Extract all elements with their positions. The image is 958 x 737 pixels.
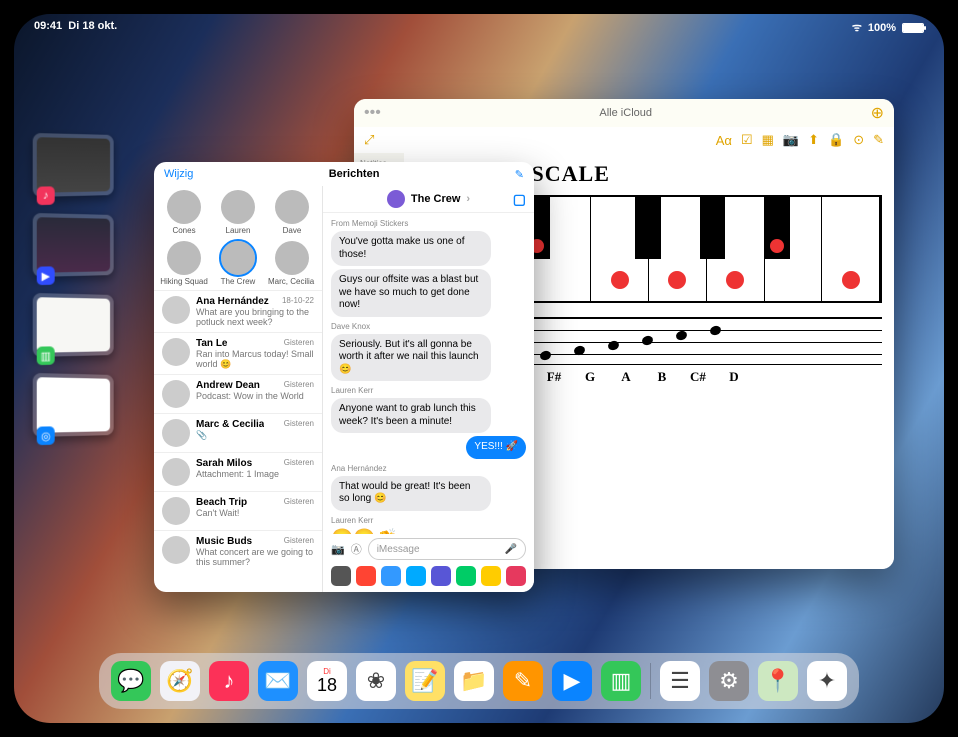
battery-icon bbox=[902, 23, 924, 33]
sender-label: Lauren Kerr bbox=[331, 516, 526, 525]
facetime-icon[interactable]: ▢ bbox=[513, 191, 526, 208]
messages-titlebar[interactable]: Wijzig Berichten ✎ bbox=[154, 162, 534, 186]
home-screen: 09:41 Di 18 okt. ᯤ 100% ♪ ▶ ▥ ◎ ••• Alle… bbox=[14, 14, 944, 723]
window-menu-icon[interactable]: ••• bbox=[364, 104, 381, 122]
conversation-row[interactable]: Marc & CeciliaGisteren📎 bbox=[154, 413, 322, 452]
lock-icon[interactable]: 🔒 bbox=[828, 132, 844, 148]
conversation-row[interactable]: Tan LeGisterenRan into Marcus today! Sma… bbox=[154, 332, 322, 374]
checklist-icon[interactable]: ☑ bbox=[741, 132, 753, 148]
sender-label: Ana Hernández bbox=[331, 464, 526, 473]
status-right: ᯤ 100% bbox=[852, 20, 924, 35]
ipad-frame: 09:41 Di 18 okt. ᯤ 100% ♪ ▶ ▥ ◎ ••• Alle… bbox=[0, 0, 958, 737]
dock[interactable]: 💬🧭♪✉️Di18❀📝📁✎▶▥ ☰⚙📍✦ bbox=[99, 653, 859, 709]
notes-toolbar: ⤢ Aα ☑ ▦ 📷 ⬆ 🔒 ⊙ ✎ bbox=[354, 127, 894, 153]
thread-header[interactable]: The Crew › ▢ bbox=[323, 186, 534, 213]
notes-titlebar[interactable]: ••• Alle iCloud ⊕ bbox=[354, 99, 894, 127]
pinned-contact[interactable]: Marc, Cecilia &… bbox=[268, 241, 316, 286]
dock-freeform[interactable]: ✦ bbox=[807, 661, 847, 701]
status-left: 09:41 Di 18 okt. bbox=[34, 20, 117, 35]
dock-mail[interactable]: ✉️ bbox=[258, 661, 298, 701]
appstore-icon[interactable]: Ⓐ bbox=[351, 541, 362, 557]
dock-numbers[interactable]: ▥ bbox=[601, 661, 641, 701]
dock-reminders[interactable]: ☰ bbox=[660, 661, 700, 701]
dock-notes[interactable]: 📝 bbox=[405, 661, 445, 701]
dock-music[interactable]: ♪ bbox=[209, 661, 249, 701]
conversation-row[interactable]: Andrew DeanGisterenPodcast: Wow in the W… bbox=[154, 374, 322, 413]
share-icon[interactable]: ⬆ bbox=[808, 132, 819, 148]
camera-icon[interactable]: 📷 bbox=[331, 543, 345, 556]
add-note-icon[interactable]: ⊕ bbox=[871, 103, 884, 123]
conversation-row[interactable]: Beach TripGisterenCan't Wait! bbox=[154, 491, 322, 530]
pinned-contact[interactable]: The Crew bbox=[214, 241, 262, 286]
dock-files[interactable]: 📁 bbox=[454, 661, 494, 701]
sender-label: Dave Knox bbox=[331, 322, 526, 331]
notes-breadcrumb[interactable]: Alle iCloud bbox=[387, 107, 865, 119]
message-bubble[interactable]: That would be great! It's been so long 😊 bbox=[331, 476, 491, 511]
conversation-row[interactable]: Music BudsGisterenWhat concert are we go… bbox=[154, 530, 322, 572]
dock-pages[interactable]: ✎ bbox=[503, 661, 543, 701]
edit-button[interactable]: Wijzig bbox=[164, 168, 193, 180]
message-composer: 📷 Ⓐ iMessage 🎤 bbox=[323, 534, 534, 564]
messages-window[interactable]: Wijzig Berichten ✎ ConesLaurenDave Hiking… bbox=[154, 162, 534, 592]
dictate-icon[interactable]: 🎤 bbox=[505, 544, 517, 555]
stage-item-numbers[interactable]: ▥ bbox=[33, 293, 114, 357]
more-icon[interactable]: ⊙ bbox=[853, 132, 864, 148]
pinned-contact[interactable]: Cones bbox=[160, 190, 208, 235]
expand-icon[interactable]: ⤢ bbox=[364, 132, 374, 148]
dock-maps[interactable]: 📍 bbox=[758, 661, 798, 701]
message-bubble[interactable]: YES!!! 🚀 bbox=[466, 436, 526, 459]
battery-percent: 100% bbox=[868, 22, 896, 34]
pinned-contact[interactable]: Hiking Squad bbox=[160, 241, 208, 286]
dock-messages[interactable]: 💬 bbox=[111, 661, 151, 701]
stage-manager-strip: ♪ ▶ ▥ ◎ bbox=[32, 134, 117, 436]
wifi-icon: ᯤ bbox=[852, 20, 862, 35]
conversation-row[interactable]: Sarah MilosGisterenAttachment: 1 Image bbox=[154, 452, 322, 491]
message-placeholder: iMessage bbox=[377, 544, 420, 555]
status-date: Di 18 okt. bbox=[68, 20, 117, 32]
sender-label: Lauren Kerr bbox=[331, 386, 526, 395]
message-bubble[interactable]: Guys our offsite was a blast but we have… bbox=[331, 269, 491, 317]
format-icon[interactable]: Aα bbox=[716, 133, 732, 148]
message-bubble[interactable]: Seriously. But it's all gonna be worth i… bbox=[331, 334, 491, 382]
dock-calendar[interactable]: Di18 bbox=[307, 661, 347, 701]
compose-button[interactable]: ✎ bbox=[515, 168, 524, 181]
table-icon[interactable]: ▦ bbox=[762, 132, 774, 148]
message-thread: The Crew › ▢ From Memoji Stickers You've … bbox=[323, 186, 534, 592]
compose-icon[interactable]: ✎ bbox=[873, 132, 884, 148]
message-bubble[interactable]: You've gotta make us one of those! bbox=[331, 231, 491, 266]
message-input[interactable]: iMessage 🎤 bbox=[368, 538, 526, 560]
conversation-list[interactable]: ConesLaurenDave Hiking SquadThe CrewMarc,… bbox=[154, 186, 323, 592]
thread-title[interactable]: The Crew bbox=[411, 193, 461, 205]
stage-item-safari[interactable]: ◎ bbox=[33, 373, 114, 437]
pinned-contact[interactable]: Lauren bbox=[214, 190, 262, 235]
app-strip[interactable] bbox=[323, 564, 534, 592]
sender-label: From Memoji Stickers bbox=[331, 219, 526, 228]
status-bar: 09:41 Di 18 okt. ᯤ 100% bbox=[14, 20, 944, 35]
dock-keynote[interactable]: ▶ bbox=[552, 661, 592, 701]
dock-safari[interactable]: 🧭 bbox=[160, 661, 200, 701]
dock-settings[interactable]: ⚙ bbox=[709, 661, 749, 701]
message-bubble[interactable]: Anyone want to grab lunch this week? It'… bbox=[331, 398, 491, 433]
pinned-contact[interactable]: Dave bbox=[268, 190, 316, 235]
camera-icon[interactable]: 📷 bbox=[783, 132, 799, 148]
dock-photos[interactable]: ❀ bbox=[356, 661, 396, 701]
status-time: 09:41 bbox=[34, 20, 62, 32]
stage-item-music[interactable]: ♪ bbox=[33, 133, 114, 197]
stage-item-keynote[interactable]: ▶ bbox=[33, 213, 114, 277]
messages-title: Berichten bbox=[329, 168, 380, 180]
conversation-row[interactable]: Ana Hernández18-10-22What are you bringi… bbox=[154, 290, 322, 332]
